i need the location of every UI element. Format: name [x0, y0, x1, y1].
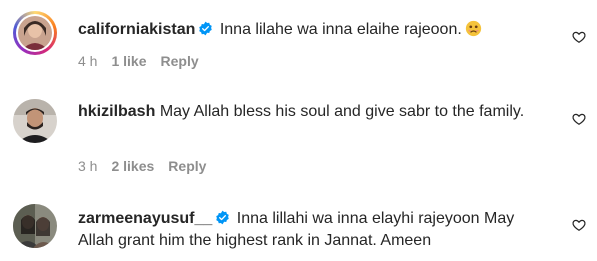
comment-meta: 4 h 1 like Reply: [78, 53, 213, 69]
comment-username[interactable]: zarmeenayusuf__: [78, 210, 212, 227]
comment-body: californiakistan Inna lilahe wa inna ela…: [78, 19, 548, 41]
comment-text: May Allah bless his soul and give sabr t…: [159, 103, 525, 120]
sad-face-emoji: [465, 20, 481, 37]
avatar[interactable]: [13, 99, 57, 143]
likes-count[interactable]: 1 like: [111, 53, 146, 69]
comment-text: Inna lilahe wa inna elaihe rajeoon.: [219, 21, 462, 38]
comment-username[interactable]: californiakistan: [78, 21, 195, 38]
reply-button[interactable]: Reply: [168, 158, 206, 174]
comment-username[interactable]: hkizilbash: [78, 103, 155, 120]
heart-icon[interactable]: [572, 218, 586, 232]
comment-body: zarmeenayusuf__ Inna lillahi wa inna ela…: [78, 208, 548, 252]
verified-badge-icon: [216, 210, 230, 225]
verified-badge-icon: [199, 21, 213, 36]
avatar[interactable]: [13, 204, 57, 248]
reply-button[interactable]: Reply: [161, 53, 199, 69]
comment-item: californiakistan Inna lilahe wa inna ela…: [0, 0, 597, 80]
comment-time: 4 h: [78, 53, 98, 69]
comment-meta: 3 h 2 likes Reply: [78, 158, 220, 174]
likes-count[interactable]: 2 likes: [111, 158, 154, 174]
avatar[interactable]: [13, 11, 57, 55]
heart-icon[interactable]: [572, 112, 586, 126]
comment-time: 3 h: [78, 158, 98, 174]
comment-item: zarmeenayusuf__ Inna lillahi wa inna ela…: [0, 193, 597, 261]
heart-icon[interactable]: [572, 30, 586, 44]
comment-item: hkizilbash May Allah bless his soul and …: [0, 88, 597, 180]
comment-body: hkizilbash May Allah bless his soul and …: [78, 101, 548, 123]
